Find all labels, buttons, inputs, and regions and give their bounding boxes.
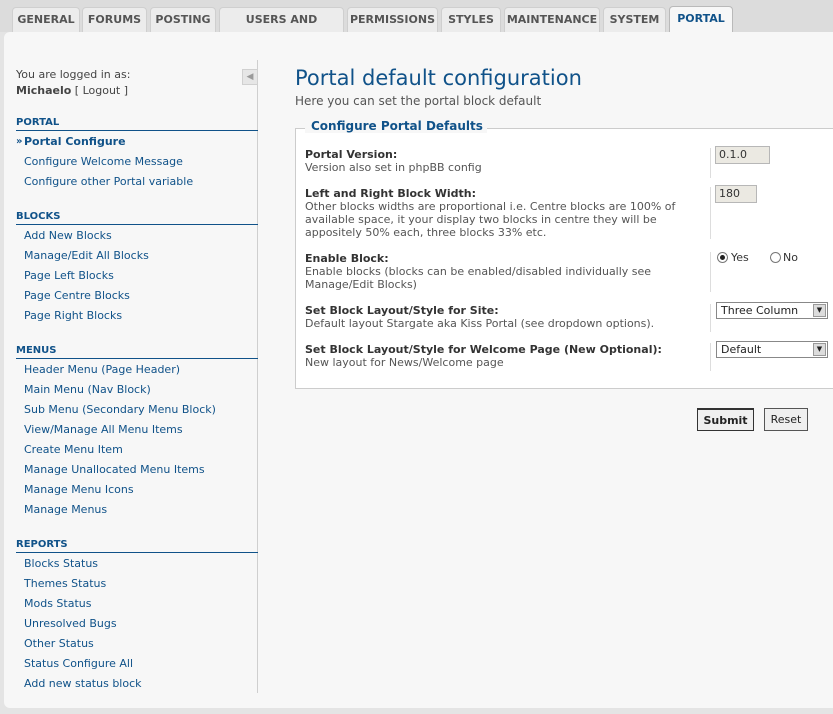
block-width-input[interactable]: 180 [715,185,757,203]
portal-version-desc: Version also set in phpBB config [305,161,482,174]
tab-styles[interactable]: STYLES [441,7,501,32]
layout-site-label: Set Block Layout/Style for Site: Default… [305,304,700,330]
sidebar-item-manage-menus[interactable]: Manage Menus [24,503,107,517]
enable-block-title: Enable Block: [305,252,389,265]
sidebar-item-themes-status[interactable]: Themes Status [24,577,106,591]
logout-bracket-close: ] [123,84,129,97]
tab-maintenance[interactable]: MAINTENANCE [504,7,600,32]
sidebar-item-configure-other-portal-variable[interactable]: Configure other Portal variable [24,175,193,189]
enable-no-label: No [783,251,798,264]
sidebar-item-status-configure-all[interactable]: Status Configure All [24,657,133,671]
layout-welcome-title: Set Block Layout/Style for Welcome Page … [305,343,662,356]
row-divider [710,343,711,371]
layout-welcome-select[interactable]: Default ▼ [716,341,828,358]
menu-heading-blocks: BLOCKS [16,210,258,225]
sidebar: You are logged in as: Michaelo [ Logout … [16,60,258,693]
sidebar-item-label: Portal Configure [24,135,126,148]
sidebar-item-page-left-blocks[interactable]: Page Left Blocks [24,269,114,283]
layout-site-desc: Default layout Stargate aka Kiss Portal … [305,317,655,330]
menu-heading-reports: REPORTS [16,538,258,553]
layout-site-select[interactable]: Three Column ▼ [716,302,828,319]
logout-link[interactable]: Logout [83,84,121,97]
logout-bracket-open: [ [74,84,80,97]
tab-forums[interactable]: FORUMS [82,7,147,32]
layout-site-select-value: Three Column [721,304,799,317]
page-title: Portal default configuration [295,66,582,90]
sidebar-item-manage-unallocated-menu-items[interactable]: Manage Unallocated Menu Items [24,463,205,477]
tab-system[interactable]: SYSTEM [603,7,666,32]
login-info: You are logged in as: Michaelo [ Logout … [16,67,130,99]
sidebar-item-header-menu[interactable]: Header Menu (Page Header) [24,363,180,377]
row-layout-welcome: Set Block Layout/Style for Welcome Page … [295,341,833,371]
menu-heading-menus: MENUS [16,344,258,359]
enable-yes-radio[interactable] [717,252,728,263]
login-label: You are logged in as: [16,68,131,81]
row-enable-block: Enable Block: Enable blocks (blocks can … [295,251,833,292]
layout-welcome-desc: New layout for News/Welcome page [305,356,504,369]
layout-welcome-select-value: Default [721,343,762,356]
page-subtitle: Here you can set the portal block defaul… [295,94,542,108]
panel-legend: Configure Portal Defaults [305,119,487,133]
sidebar-item-configure-welcome-message[interactable]: Configure Welcome Message [24,155,183,169]
layout-site-title: Set Block Layout/Style for Site: [305,304,499,317]
portal-version-field[interactable]: 0.1.0 [715,146,770,164]
sidebar-item-page-right-blocks[interactable]: Page Right Blocks [24,309,122,323]
sidebar-item-main-menu[interactable]: Main Menu (Nav Block) [24,383,151,397]
menu-heading-portal: PORTAL [16,116,258,131]
row-divider [710,148,711,178]
row-divider [710,304,711,332]
chevron-down-icon[interactable]: ▼ [813,343,826,356]
block-width-title: Left and Right Block Width: [305,187,476,200]
username: Michaelo [16,84,72,97]
portal-version-label: Portal Version: Version also set in phpB… [305,148,700,174]
enable-block-desc: Enable blocks (blocks can be enabled/dis… [305,265,652,291]
tab-permissions[interactable]: PERMISSIONS [347,7,438,32]
row-block-width: Left and Right Block Width: Other blocks… [295,185,833,241]
active-bullet-icon: » [16,136,23,147]
sidebar-item-unresolved-bugs[interactable]: Unresolved Bugs [24,617,117,631]
sidebar-item-mods-status[interactable]: Mods Status [24,597,91,611]
sidebar-item-sub-menu[interactable]: Sub Menu (Secondary Menu Block) [24,403,216,417]
sidebar-item-add-new-blocks[interactable]: Add New Blocks [24,229,112,243]
chevron-down-icon[interactable]: ▼ [813,304,826,317]
enable-yes-label: Yes [731,251,749,264]
portal-version-title: Portal Version: [305,148,398,161]
sidebar-item-create-menu-item[interactable]: Create Menu Item [24,443,123,457]
row-layout-site: Set Block Layout/Style for Site: Default… [295,302,833,332]
row-divider [710,252,711,292]
tab-portal[interactable]: PORTAL [669,6,733,33]
sidebar-item-view-manage-all-menu-items[interactable]: View/Manage All Menu Items [24,423,183,437]
row-portal-version: Portal Version: Version also set in phpB… [295,146,833,178]
sidebar-item-blocks-status[interactable]: Blocks Status [24,557,98,571]
block-width-label: Left and Right Block Width: Other blocks… [305,187,700,239]
tab-users-and-groups[interactable]: USERS AND GROUPS [219,7,344,50]
reset-button[interactable]: Reset [764,408,808,431]
tab-posting[interactable]: POSTING [150,7,216,32]
sidebar-item-manage-menu-icons[interactable]: Manage Menu Icons [24,483,134,497]
sidebar-item-portal-configure[interactable]: » Portal Configure [16,135,126,149]
row-divider [710,187,711,239]
sidebar-item-page-centre-blocks[interactable]: Page Centre Blocks [24,289,130,303]
sidebar-item-manage-edit-all-blocks[interactable]: Manage/Edit All Blocks [24,249,149,263]
tab-general[interactable]: GENERAL [12,7,80,32]
block-width-desc: Other blocks widths are proportional i.e… [305,200,676,239]
layout-welcome-label: Set Block Layout/Style for Welcome Page … [305,343,700,369]
submit-button[interactable]: Submit [697,408,754,431]
enable-block-label: Enable Block: Enable blocks (blocks can … [305,252,700,291]
tab-bar: GENERAL FORUMS POSTING USERS AND GROUPS … [0,0,833,50]
sidebar-item-add-new-status-block[interactable]: Add new status block [24,677,142,691]
sidebar-item-other-status[interactable]: Other Status [24,637,94,651]
collapse-sidebar-icon[interactable]: ◀ [242,69,258,85]
enable-no-radio[interactable] [770,252,781,263]
